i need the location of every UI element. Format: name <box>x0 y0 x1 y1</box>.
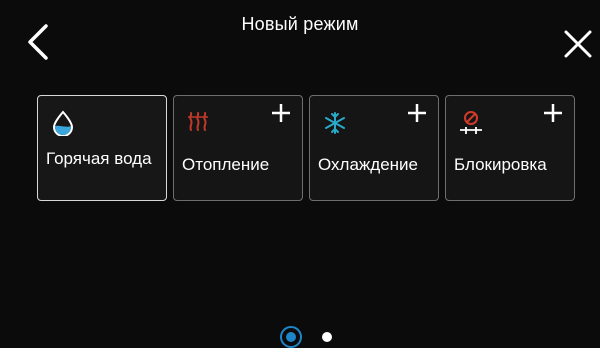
close-icon[interactable] <box>562 28 594 60</box>
screen: Новый режим Горячая вода Отопление Охлаж… <box>0 0 600 348</box>
header: Новый режим <box>0 0 600 70</box>
plus-icon[interactable] <box>542 102 564 124</box>
page-indicator <box>0 324 600 348</box>
water-drop-icon <box>52 110 74 136</box>
mode-label: Охлаждение <box>318 155 418 174</box>
plus-icon[interactable] <box>270 102 292 124</box>
mode-label: Горячая вода <box>46 149 152 168</box>
page-dot-active[interactable] <box>280 326 302 348</box>
mode-label: Блокировка <box>454 155 547 174</box>
snowflake-icon <box>325 112 345 134</box>
plus-icon[interactable] <box>406 102 428 124</box>
mode-tiles: Горячая вода Отопление Охлаждение Блокир… <box>37 95 575 203</box>
mode-tile-heating[interactable]: Отопление <box>173 95 303 201</box>
heating-icon <box>188 112 208 131</box>
mode-tile-hot-water[interactable]: Горячая вода <box>37 95 167 201</box>
mode-tile-cooling[interactable]: Охлаждение <box>309 95 439 201</box>
page-title: Новый режим <box>241 14 359 34</box>
page-dot[interactable] <box>322 332 332 342</box>
mode-tile-blocking[interactable]: Блокировка <box>445 95 575 201</box>
blocking-icon <box>460 111 482 134</box>
mode-label: Отопление <box>182 155 270 174</box>
